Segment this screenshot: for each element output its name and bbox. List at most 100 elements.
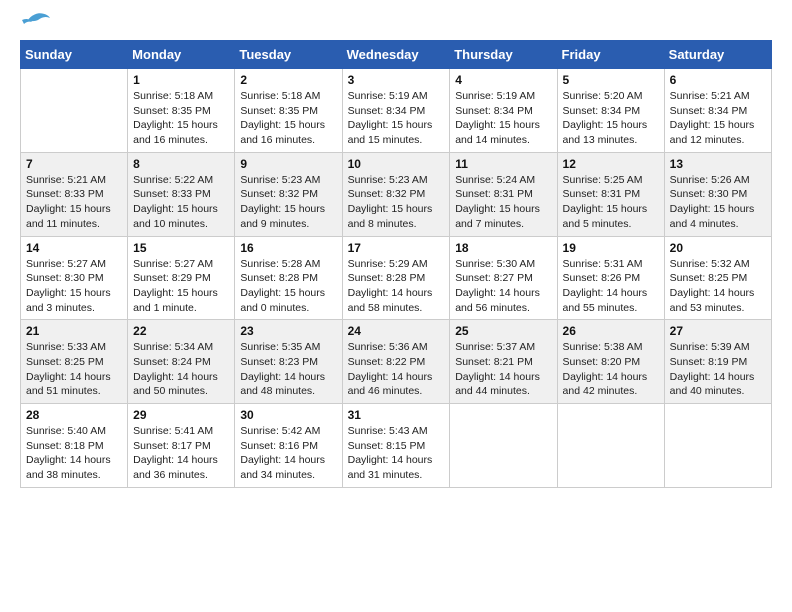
day-info: Sunrise: 5:31 AM Sunset: 8:26 PM Dayligh… xyxy=(563,257,659,316)
calendar-cell: 15Sunrise: 5:27 AM Sunset: 8:29 PM Dayli… xyxy=(128,236,235,320)
day-info: Sunrise: 5:43 AM Sunset: 8:15 PM Dayligh… xyxy=(348,424,445,483)
day-number: 19 xyxy=(563,241,659,255)
calendar-cell: 30Sunrise: 5:42 AM Sunset: 8:16 PM Dayli… xyxy=(235,404,342,488)
calendar-cell: 25 Sunrise: 5:37 AM Sunset: 8:21 PM Dayli… xyxy=(450,320,557,404)
weekday-header-sunday: Sunday xyxy=(21,41,128,69)
day-number: 11 xyxy=(455,157,551,171)
day-number: 4 xyxy=(455,73,551,87)
day-info: Sunrise: 5:23 AM Sunset: 8:32 PM Dayligh… xyxy=(240,173,336,232)
day-info: Sunrise: 5:24 AM Sunset: 8:31 PM Dayligh… xyxy=(455,173,551,232)
day-info: Sunrise: 5:40 AM Sunset: 8:18 PM Dayligh… xyxy=(26,424,122,483)
weekday-header-thursday: Thursday xyxy=(450,41,557,69)
page-header xyxy=(20,20,772,30)
day-info: Sunrise: 5:25 AM Sunset: 8:31 PM Dayligh… xyxy=(563,173,659,232)
day-info: Sunrise: 5:33 AM Sunset: 8:25 PM Dayligh… xyxy=(26,340,122,399)
day-info: Sunrise: 5:35 AM Sunset: 8:23 PM Dayligh… xyxy=(240,340,336,399)
day-info: Sunrise: 5:42 AM Sunset: 8:16 PM Dayligh… xyxy=(240,424,336,483)
weekday-header-saturday: Saturday xyxy=(664,41,771,69)
calendar-cell: 23 Sunrise: 5:35 AM Sunset: 8:23 PM Dayli… xyxy=(235,320,342,404)
day-number: 5 xyxy=(563,73,659,87)
calendar-cell: 1Sunrise: 5:18 AM Sunset: 8:35 PM Daylig… xyxy=(128,69,235,153)
day-number: 8 xyxy=(133,157,229,171)
calendar-cell: 20 Sunrise: 5:32 AM Sunset: 8:25 PM Dayli… xyxy=(664,236,771,320)
day-info: Sunrise: 5:23 AM Sunset: 8:32 PM Dayligh… xyxy=(348,173,445,232)
day-number: 29 xyxy=(133,408,229,422)
day-info: Sunrise: 5:38 AM Sunset: 8:20 PM Dayligh… xyxy=(563,340,659,399)
calendar-cell: 13Sunrise: 5:26 AM Sunset: 8:30 PM Dayli… xyxy=(664,152,771,236)
day-number: 20 xyxy=(670,241,766,255)
day-number: 17 xyxy=(348,241,445,255)
calendar-cell: 7 Sunrise: 5:21 AM Sunset: 8:33 PM Daylig… xyxy=(21,152,128,236)
day-info: Sunrise: 5:21 AM Sunset: 8:33 PM Dayligh… xyxy=(26,173,122,232)
calendar-cell: 26Sunrise: 5:38 AM Sunset: 8:20 PM Dayli… xyxy=(557,320,664,404)
day-number: 10 xyxy=(348,157,445,171)
calendar-table: SundayMondayTuesdayWednesdayThursdayFrid… xyxy=(20,40,772,488)
day-number: 31 xyxy=(348,408,445,422)
calendar-cell: 29Sunrise: 5:41 AM Sunset: 8:17 PM Dayli… xyxy=(128,404,235,488)
calendar-cell: 6 Sunrise: 5:21 AM Sunset: 8:34 PM Daylig… xyxy=(664,69,771,153)
day-number: 3 xyxy=(348,73,445,87)
day-number: 14 xyxy=(26,241,122,255)
calendar-cell: 5 Sunrise: 5:20 AM Sunset: 8:34 PM Daylig… xyxy=(557,69,664,153)
calendar-cell: 4 Sunrise: 5:19 AM Sunset: 8:34 PM Daylig… xyxy=(450,69,557,153)
calendar-week-row: 21 Sunrise: 5:33 AM Sunset: 8:25 PM Dayli… xyxy=(21,320,772,404)
calendar-cell xyxy=(450,404,557,488)
calendar-cell: 21 Sunrise: 5:33 AM Sunset: 8:25 PM Dayli… xyxy=(21,320,128,404)
calendar-week-row: 28 Sunrise: 5:40 AM Sunset: 8:18 PM Dayli… xyxy=(21,404,772,488)
day-number: 24 xyxy=(348,324,445,338)
day-info: Sunrise: 5:36 AM Sunset: 8:22 PM Dayligh… xyxy=(348,340,445,399)
day-info: Sunrise: 5:28 AM Sunset: 8:28 PM Dayligh… xyxy=(240,257,336,316)
day-info: Sunrise: 5:22 AM Sunset: 8:33 PM Dayligh… xyxy=(133,173,229,232)
calendar-cell: 18 Sunrise: 5:30 AM Sunset: 8:27 PM Dayli… xyxy=(450,236,557,320)
weekday-header-tuesday: Tuesday xyxy=(235,41,342,69)
calendar-cell: 19 Sunrise: 5:31 AM Sunset: 8:26 PM Dayli… xyxy=(557,236,664,320)
day-number: 7 xyxy=(26,157,122,171)
day-info: Sunrise: 5:19 AM Sunset: 8:34 PM Dayligh… xyxy=(348,89,445,148)
calendar-cell: 28 Sunrise: 5:40 AM Sunset: 8:18 PM Dayli… xyxy=(21,404,128,488)
day-number: 9 xyxy=(240,157,336,171)
calendar-cell: 11 Sunrise: 5:24 AM Sunset: 8:31 PM Dayli… xyxy=(450,152,557,236)
day-info: Sunrise: 5:18 AM Sunset: 8:35 PM Dayligh… xyxy=(133,89,229,148)
weekday-header-friday: Friday xyxy=(557,41,664,69)
day-number: 16 xyxy=(240,241,336,255)
day-number: 18 xyxy=(455,241,551,255)
day-number: 23 xyxy=(240,324,336,338)
day-info: Sunrise: 5:30 AM Sunset: 8:27 PM Dayligh… xyxy=(455,257,551,316)
day-info: Sunrise: 5:29 AM Sunset: 8:28 PM Dayligh… xyxy=(348,257,445,316)
day-number: 25 xyxy=(455,324,551,338)
logo xyxy=(20,20,50,30)
calendar-cell: 31 Sunrise: 5:43 AM Sunset: 8:15 PM Dayli… xyxy=(342,404,450,488)
day-info: Sunrise: 5:21 AM Sunset: 8:34 PM Dayligh… xyxy=(670,89,766,148)
day-number: 21 xyxy=(26,324,122,338)
weekday-header-wednesday: Wednesday xyxy=(342,41,450,69)
logo-bird-icon xyxy=(22,12,50,30)
calendar-cell: 9 Sunrise: 5:23 AM Sunset: 8:32 PM Daylig… xyxy=(235,152,342,236)
day-number: 2 xyxy=(240,73,336,87)
day-info: Sunrise: 5:26 AM Sunset: 8:30 PM Dayligh… xyxy=(670,173,766,232)
day-number: 28 xyxy=(26,408,122,422)
day-info: Sunrise: 5:32 AM Sunset: 8:25 PM Dayligh… xyxy=(670,257,766,316)
calendar-cell: 27 Sunrise: 5:39 AM Sunset: 8:19 PM Dayli… xyxy=(664,320,771,404)
day-number: 6 xyxy=(670,73,766,87)
calendar-cell xyxy=(664,404,771,488)
day-info: Sunrise: 5:20 AM Sunset: 8:34 PM Dayligh… xyxy=(563,89,659,148)
day-info: Sunrise: 5:39 AM Sunset: 8:19 PM Dayligh… xyxy=(670,340,766,399)
calendar-cell: 24 Sunrise: 5:36 AM Sunset: 8:22 PM Dayli… xyxy=(342,320,450,404)
calendar-cell xyxy=(557,404,664,488)
day-info: Sunrise: 5:19 AM Sunset: 8:34 PM Dayligh… xyxy=(455,89,551,148)
calendar-cell: 8 Sunrise: 5:22 AM Sunset: 8:33 PM Daylig… xyxy=(128,152,235,236)
calendar-header-row: SundayMondayTuesdayWednesdayThursdayFrid… xyxy=(21,41,772,69)
calendar-cell: 3 Sunrise: 5:19 AM Sunset: 8:34 PM Daylig… xyxy=(342,69,450,153)
calendar-week-row: 14 Sunrise: 5:27 AM Sunset: 8:30 PM Dayli… xyxy=(21,236,772,320)
day-number: 22 xyxy=(133,324,229,338)
calendar-cell: 2Sunrise: 5:18 AM Sunset: 8:35 PM Daylig… xyxy=(235,69,342,153)
day-number: 27 xyxy=(670,324,766,338)
day-info: Sunrise: 5:27 AM Sunset: 8:29 PM Dayligh… xyxy=(133,257,229,316)
day-info: Sunrise: 5:34 AM Sunset: 8:24 PM Dayligh… xyxy=(133,340,229,399)
calendar-cell: 16 Sunrise: 5:28 AM Sunset: 8:28 PM Dayli… xyxy=(235,236,342,320)
calendar-week-row: 7 Sunrise: 5:21 AM Sunset: 8:33 PM Daylig… xyxy=(21,152,772,236)
calendar-cell: 17 Sunrise: 5:29 AM Sunset: 8:28 PM Dayli… xyxy=(342,236,450,320)
day-info: Sunrise: 5:27 AM Sunset: 8:30 PM Dayligh… xyxy=(26,257,122,316)
day-info: Sunrise: 5:37 AM Sunset: 8:21 PM Dayligh… xyxy=(455,340,551,399)
calendar-cell xyxy=(21,69,128,153)
